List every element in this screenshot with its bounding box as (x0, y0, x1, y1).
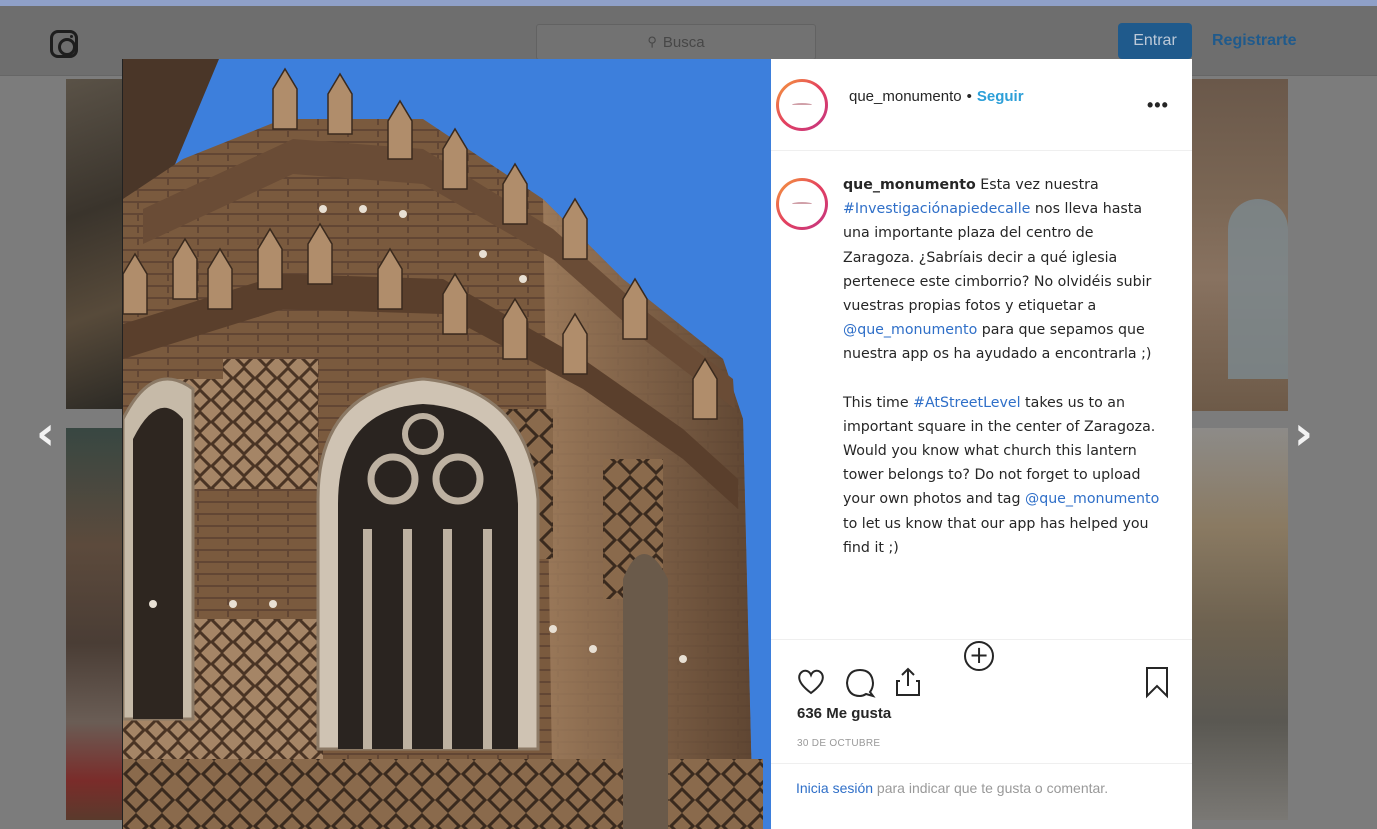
post-photo (122, 59, 771, 829)
caption-text: nos lleva hasta una importante plaza del… (843, 201, 1152, 315)
chevron-left-icon[interactable]: ‹ (36, 410, 55, 456)
background-thumbnail (66, 79, 126, 409)
login-prompt: Inicia sesión para indicar que te gusta … (796, 778, 1126, 799)
author-username[interactable]: que_monumento (849, 88, 962, 105)
post-author-line: que_monumento • Seguir (849, 88, 1024, 105)
follow-button[interactable]: Seguir (977, 88, 1024, 105)
hashtag-link[interactable]: #Investigaciónapiedecalle (843, 201, 1030, 217)
post-actions-bar (795, 665, 1175, 705)
search-icon: ⚲ (647, 34, 657, 49)
login-link[interactable]: Inicia sesión (796, 780, 873, 796)
separator-dot: • (966, 88, 972, 105)
hashtag-link[interactable]: #AtStreetLevel (913, 395, 1020, 411)
instagram-logo-icon[interactable] (50, 30, 78, 58)
caption-text: Esta vez nuestra (975, 177, 1099, 193)
caption-english: This time #AtStreetLevel takes us to an … (843, 391, 1161, 560)
login-divider (771, 763, 1192, 764)
background-thumbnail (66, 428, 126, 820)
caption-text: to let us know that our app has helped y… (843, 515, 1149, 556)
caption-username[interactable]: que_monumento (843, 177, 976, 193)
post-caption: que_monumento Esta vez nuestra #Investig… (843, 173, 1161, 584)
caption-divider (771, 639, 1192, 640)
background-thumbnail (1190, 79, 1288, 411)
register-link[interactable]: Registrarte (1212, 32, 1296, 50)
top-accent-strip (0, 0, 1377, 6)
search-input[interactable]: ⚲ Busca (536, 24, 816, 60)
search-placeholder: Busca (662, 33, 705, 51)
mention-link[interactable]: @que_monumento (1025, 491, 1159, 507)
caption-text: This time (843, 394, 914, 411)
heart-icon[interactable] (795, 665, 827, 699)
likes-count[interactable]: 636 Me gusta (797, 705, 891, 722)
mention-link[interactable]: @que_monumento (843, 322, 977, 338)
background-thumbnail (1190, 428, 1288, 820)
share-icon[interactable] (892, 665, 924, 699)
more-options-icon[interactable]: ••• (1147, 95, 1169, 116)
bookmark-icon[interactable] (1141, 665, 1173, 699)
avatar[interactable] (776, 79, 828, 131)
tower-illustration (123, 59, 771, 829)
login-button[interactable]: Entrar (1118, 23, 1192, 59)
post-date: 30 DE OCTUBRE (797, 738, 881, 749)
login-prompt-text: para indicar que te gusta o comentar. (873, 780, 1109, 796)
caption-spanish: que_monumento Esta vez nuestra #Investig… (843, 173, 1161, 367)
post-side-panel: que_monumento • Seguir ••• que_monumento E… (771, 59, 1192, 829)
comment-icon[interactable] (844, 665, 876, 699)
caption-avatar[interactable] (776, 178, 828, 230)
chevron-right-icon[interactable]: › (1294, 410, 1313, 456)
post-header: que_monumento • Seguir ••• (771, 59, 1192, 151)
